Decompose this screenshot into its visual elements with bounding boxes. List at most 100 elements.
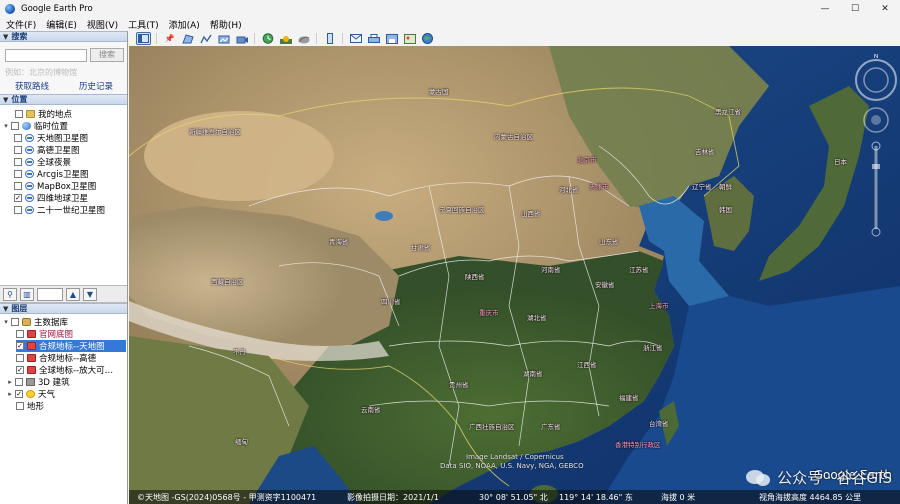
map-label: 缅甸: [235, 438, 248, 446]
expand-triangle-icon[interactable]: ▾: [2, 122, 10, 130]
checkbox[interactable]: [16, 330, 24, 338]
get-directions-link[interactable]: 获取路线: [15, 80, 49, 92]
tree-item-arcgis[interactable]: Arcgis卫星图: [14, 168, 88, 180]
tree-item-tianditu[interactable]: 天地图卫星图: [14, 132, 88, 144]
tree-item-night[interactable]: 全球夜景: [14, 156, 71, 168]
sidebar-icon: [138, 34, 149, 43]
expand-triangle-icon[interactable]: ▾: [2, 318, 10, 326]
checkbox[interactable]: [16, 402, 24, 410]
view-in-maps-button[interactable]: [402, 32, 417, 45]
checkbox[interactable]: [14, 146, 22, 154]
menu-help[interactable]: 帮助(H): [210, 18, 242, 31]
checkbox[interactable]: [16, 354, 24, 362]
map-label: 台湾省: [649, 420, 669, 428]
checkbox-checked[interactable]: [16, 342, 24, 350]
navigation-icon: N: [855, 54, 897, 237]
layer-item-primary-db[interactable]: ▾ 主数据库: [2, 316, 68, 328]
red-square-icon: [27, 366, 36, 374]
move-down-button[interactable]: ▼: [83, 287, 97, 301]
print-button[interactable]: [366, 32, 381, 45]
checkbox-checked[interactable]: [16, 366, 24, 374]
history-link[interactable]: 历史记录: [79, 80, 113, 92]
maximize-button[interactable]: ☐: [840, 0, 870, 17]
email-button[interactable]: [348, 32, 363, 45]
search-button[interactable]: 搜索: [90, 48, 124, 62]
window-controls: — ☐ ✕: [810, 0, 900, 17]
layers-section-header[interactable]: ▼ 图层: [0, 303, 127, 314]
checkbox[interactable]: [14, 158, 22, 166]
add-path-button[interactable]: [198, 32, 213, 45]
data-attribution: Data SIO, NOAA, U.S. Navy, NGA, GEBCO: [440, 462, 584, 470]
menu-file[interactable]: 文件(F): [6, 18, 36, 31]
historical-imagery-button[interactable]: [260, 32, 275, 45]
menu-add[interactable]: 添加(A): [169, 18, 200, 31]
status-bar: ©天地图 -GS(2024)0568号 - 甲测资字1100471 影像拍摄日期…: [129, 490, 900, 504]
menu-view[interactable]: 视图(V): [87, 18, 118, 31]
tree-item-gaode[interactable]: 高德卫星图: [14, 144, 80, 156]
checkbox-checked[interactable]: [15, 390, 23, 398]
search-section-header[interactable]: ▼ 搜索: [0, 31, 127, 42]
minimize-button[interactable]: —: [810, 0, 840, 17]
add-image-overlay-button[interactable]: [216, 32, 231, 45]
status-eye-altitude: 视角海拔高度 4464.85 公里: [759, 493, 862, 502]
close-button[interactable]: ✕: [870, 0, 900, 17]
places-section-header[interactable]: ▼ 位置: [0, 94, 127, 105]
status-longitude: 119° 14' 18.46" 东: [559, 493, 633, 502]
add-polygon-button[interactable]: [180, 32, 195, 45]
layer-item-3d-buildings[interactable]: ▸ 3D 建筑: [6, 376, 70, 388]
imagery-attribution: Image Landsat / Copernicus: [466, 453, 564, 461]
layer-item-gaode[interactable]: 合规地标--高德: [16, 352, 96, 364]
tree-item-temporary-places[interactable]: ▾ 临时位置: [2, 120, 68, 132]
checkbox[interactable]: [15, 378, 23, 386]
move-up-button[interactable]: ▲: [66, 287, 80, 301]
tree-item-label: Arcgis卫星图: [37, 170, 89, 180]
layer-item-label: 天气: [38, 390, 56, 400]
checkbox[interactable]: [11, 122, 19, 130]
expand-triangle-icon[interactable]: ▸: [6, 390, 14, 398]
tree-item-siwei[interactable]: 四维地球卫星: [14, 192, 88, 204]
checkbox[interactable]: [11, 318, 19, 326]
sunlight-button[interactable]: [278, 32, 293, 45]
layer-item-global-landmarks[interactable]: 全球地标--放大可…: [16, 364, 113, 376]
link-icon: [25, 170, 34, 178]
checkbox[interactable]: [14, 134, 22, 142]
search-input[interactable]: [5, 49, 87, 62]
title-bar: Google Earth Pro — ☐ ✕: [0, 0, 900, 17]
tree-item-label: 我的地点: [38, 110, 73, 120]
tree-item-my-places[interactable]: 我的地点: [6, 108, 72, 120]
map-icon: [403, 33, 416, 44]
checkbox[interactable]: [14, 170, 22, 178]
sidebar-toggle-button[interactable]: [136, 32, 151, 45]
earth-gallery-button[interactable]: [420, 32, 435, 45]
toolbar-separator: [316, 33, 317, 44]
layer-item-weather[interactable]: ▸ 天气: [6, 388, 55, 400]
layer-item-terrain[interactable]: 地形: [16, 400, 44, 412]
save-image-button[interactable]: [384, 32, 399, 45]
add-placemark-button[interactable]: 📌: [162, 32, 177, 45]
layer-item-tianditu-selected[interactable]: 合规地标--天地图: [16, 340, 126, 352]
polygon-icon: [181, 33, 194, 43]
expand-triangle-icon[interactable]: ▸: [6, 378, 14, 386]
menu-tools[interactable]: 工具(T): [128, 18, 159, 31]
switch-planet-button[interactable]: [296, 32, 311, 45]
layer-item-official-base[interactable]: 官网底图: [16, 328, 73, 340]
checkbox[interactable]: [14, 182, 22, 190]
map-label: 江西省: [577, 361, 597, 369]
watermark-text: 公众号 · 谷谷GIS: [777, 469, 892, 487]
menu-edit[interactable]: 编辑(E): [46, 18, 77, 31]
map-view[interactable]: 内蒙古自治区 辽宁省 吉林省 黑龙江省 北京市 河北省 天津市 山东省 山西省 …: [129, 46, 900, 504]
places-filter-input[interactable]: [37, 287, 63, 301]
checkbox[interactable]: [14, 206, 22, 214]
search-places-button[interactable]: ⚲: [3, 287, 17, 301]
ruler-button[interactable]: [322, 32, 337, 45]
earth-globe-icon: [422, 33, 433, 44]
panel-toggle-button[interactable]: ▥: [20, 287, 34, 301]
tree-item-mapbox[interactable]: MapBox卫星图: [14, 180, 96, 192]
tree-item-21century[interactable]: 二十一世纪卫星图: [14, 204, 105, 216]
status-elevation: 海拔 0 米: [661, 493, 696, 502]
record-tour-button[interactable]: [234, 32, 249, 45]
checkbox-checked[interactable]: [14, 194, 22, 202]
map-label: 吉林省: [695, 148, 715, 156]
checkbox[interactable]: [15, 110, 23, 118]
map-label: 河北省: [559, 186, 579, 194]
